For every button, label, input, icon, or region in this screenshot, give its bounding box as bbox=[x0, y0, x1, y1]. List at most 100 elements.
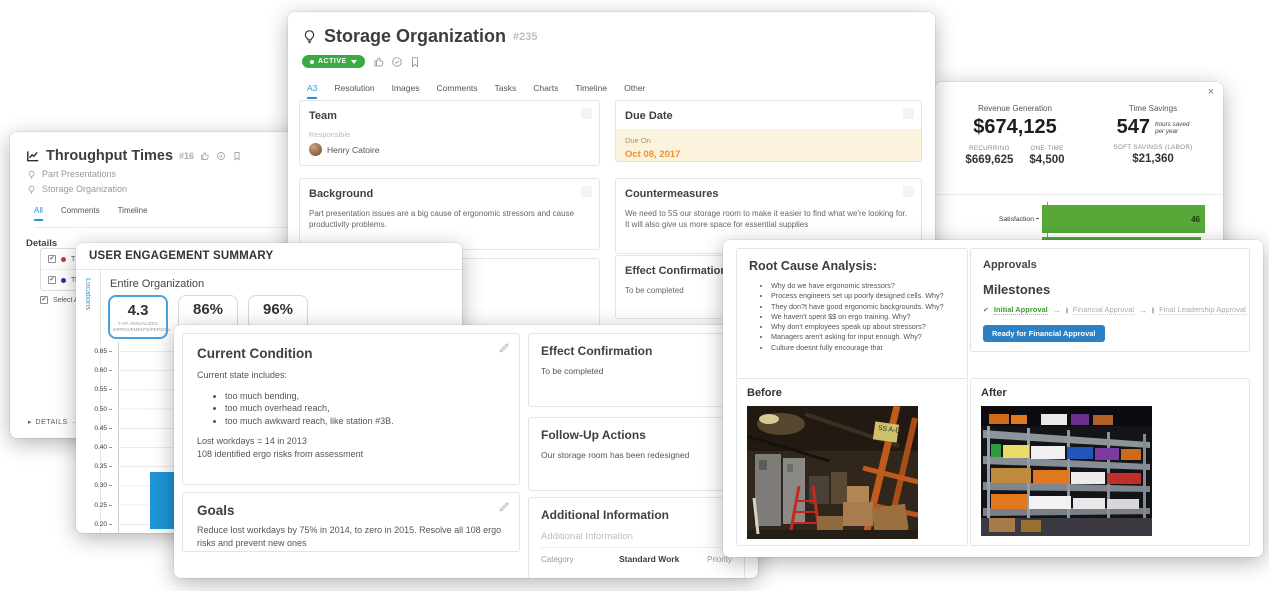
y-tick: 0.65 bbox=[76, 342, 112, 361]
y-tick: 0.40 bbox=[76, 438, 112, 457]
lightbulb-icon bbox=[27, 185, 36, 194]
condition-bullet: too much overhead reach, bbox=[225, 402, 505, 415]
window-title: Storage Organization bbox=[324, 26, 506, 47]
soft-savings-label: SOFT SAVINGS (LABOR) bbox=[1091, 144, 1215, 151]
after-photo[interactable] bbox=[981, 406, 1152, 536]
edit-pencil-icon[interactable] bbox=[498, 501, 510, 513]
due-date-value: Oct 08, 2017 bbox=[625, 149, 912, 160]
legend-label: T bbox=[71, 256, 75, 263]
condition-line: 108 identified ergo risks from assessmen… bbox=[197, 448, 505, 461]
checkbox-checked[interactable]: ✔ bbox=[40, 296, 48, 304]
tab-timeline[interactable]: Timeline bbox=[575, 83, 607, 99]
edit-button[interactable] bbox=[903, 186, 914, 197]
tab-charts[interactable]: Charts bbox=[533, 83, 558, 99]
y-tick: 0.30 bbox=[76, 476, 112, 495]
background-card: Background Part presentation issues are … bbox=[299, 178, 600, 250]
condition-bullet: too much bending, bbox=[225, 390, 505, 403]
bookmark-icon[interactable] bbox=[232, 151, 242, 161]
ready-for-financial-approval-button[interactable]: Ready for Financial Approval bbox=[983, 325, 1105, 342]
metric-value: 86% bbox=[179, 301, 237, 318]
milestone-check-icon: ✔ bbox=[983, 306, 989, 314]
satisfaction-bar: 46 bbox=[1042, 205, 1205, 233]
analysis-window: Root Cause Analysis: Why do we have ergo… bbox=[723, 240, 1263, 557]
bookmark-icon[interactable] bbox=[409, 56, 421, 68]
condition-intro: Current state includes: bbox=[197, 369, 505, 382]
desktop: Throughput Times #16 Part Presentations … bbox=[0, 0, 1269, 591]
checkbox-checked[interactable]: ✔ bbox=[48, 276, 56, 284]
soft-savings-value: $21,360 bbox=[1091, 153, 1215, 165]
details-footer-label: DETAILS bbox=[36, 419, 68, 426]
parent-link-label: Storage Organization bbox=[42, 184, 127, 194]
follow-check-icon[interactable] bbox=[391, 56, 403, 68]
additional-sub-label: Additional Information bbox=[541, 531, 732, 548]
tab-a3[interactable]: A3 bbox=[307, 83, 317, 99]
thumbs-up-icon[interactable] bbox=[200, 151, 210, 161]
series-dot-blue bbox=[61, 278, 66, 283]
metric-caption: # OF ANNUALIZED IMPROVEMENTS/PERSON bbox=[110, 319, 166, 332]
y-tick: 0.55 bbox=[76, 380, 112, 399]
responsible-label: Responsible bbox=[309, 130, 590, 139]
caret-right-icon: ▸ bbox=[28, 418, 32, 426]
revenue-total: $674,125 bbox=[945, 116, 1085, 139]
tab-timeline[interactable]: Timeline bbox=[118, 206, 148, 221]
countermeasures-text: We need to 5S our storage room to make i… bbox=[625, 208, 912, 230]
root-cause-bullet: We haven't spent $$ on ergo training. Wh… bbox=[771, 312, 955, 322]
tab-images[interactable]: Images bbox=[392, 83, 420, 99]
tab-comments[interactable]: Comments bbox=[436, 83, 477, 99]
recurring-value: $669,625 bbox=[965, 154, 1013, 166]
milestone-financial-approval[interactable]: Financial Approval bbox=[1073, 305, 1134, 315]
edit-button[interactable] bbox=[581, 108, 592, 119]
metric-value: 96% bbox=[249, 301, 307, 318]
window-title: USER ENGAGEMENT SUMMARY bbox=[76, 243, 462, 270]
hours-caption: per year bbox=[1155, 128, 1178, 135]
edit-pencil-icon[interactable] bbox=[498, 342, 510, 354]
due-date-card: Due Date Due On Oct 08, 2017 bbox=[615, 100, 922, 162]
follow-up-actions-card: Follow-Up Actions Our storage room has b… bbox=[528, 417, 745, 491]
bar-value: 46 bbox=[1191, 215, 1200, 224]
milestone-pending-icon bbox=[1152, 307, 1154, 314]
metric-tile-improvements[interactable]: 4.3 # OF ANNUALIZED IMPROVEMENTS/PERSON bbox=[108, 295, 168, 339]
tab-resolution[interactable]: Resolution bbox=[334, 83, 374, 99]
y-tick: 0.35 bbox=[76, 457, 112, 476]
responsible-name[interactable]: Henry Catoire bbox=[327, 145, 379, 155]
checkbox-checked[interactable]: ✔ bbox=[48, 255, 56, 263]
tab-tasks[interactable]: Tasks bbox=[495, 83, 517, 99]
card-heading: Background bbox=[309, 188, 590, 200]
lightbulb-icon bbox=[27, 170, 36, 179]
card-heading: Team bbox=[309, 110, 590, 122]
y-tick: 0.60 bbox=[76, 361, 112, 380]
parent-link[interactable]: Storage Organization bbox=[27, 184, 302, 194]
card-heading: Current Condition bbox=[197, 346, 505, 361]
status-dot bbox=[310, 60, 314, 64]
effect-confirmation-card: Effect Confirmation To be completed bbox=[528, 333, 745, 407]
thumbs-up-icon[interactable] bbox=[373, 56, 385, 68]
card-heading: Effect Confirmation bbox=[541, 344, 732, 358]
revenue-block: Revenue Generation $674,125 RECURRING $6… bbox=[945, 104, 1085, 166]
metric-value: 4.3 bbox=[110, 302, 166, 319]
tab-comments[interactable]: Comments bbox=[61, 206, 100, 221]
y-tick: 0.20 bbox=[76, 515, 112, 533]
effect-text: To be completed bbox=[541, 366, 732, 376]
follow-up-text: Our storage room has been redesigned bbox=[541, 450, 732, 460]
edit-button[interactable] bbox=[581, 186, 592, 197]
before-photo[interactable]: 5S A-D bbox=[747, 406, 918, 539]
after-card: After bbox=[970, 378, 1250, 546]
edit-button[interactable] bbox=[903, 108, 914, 119]
time-savings-label: Time Savings bbox=[1091, 104, 1215, 113]
follow-check-icon[interactable] bbox=[216, 151, 226, 161]
category-value: Standard Work bbox=[619, 554, 707, 564]
tab-other[interactable]: Other bbox=[624, 83, 645, 99]
tab-all[interactable]: All bbox=[34, 206, 43, 221]
root-cause-bullet: Culture doesnt fully encourage that bbox=[771, 343, 955, 353]
root-cause-bullet: Process engineers set up poorly designed… bbox=[771, 291, 955, 301]
milestone-pending-icon bbox=[1066, 307, 1068, 314]
status-badge[interactable]: ACTIVE bbox=[302, 55, 365, 68]
parent-link[interactable]: Part Presentations bbox=[27, 169, 302, 179]
milestone-initial-approval[interactable]: Initial Approval bbox=[994, 305, 1048, 315]
close-icon[interactable]: × bbox=[1208, 86, 1214, 98]
parent-link-label: Part Presentations bbox=[42, 169, 116, 179]
milestone-final-leadership-approval[interactable]: Final Leadership Approval bbox=[1159, 305, 1246, 315]
goals-card: Goals Reduce lost workdays by 75% in 201… bbox=[182, 492, 520, 552]
root-cause-bullet: Why don't employees speak up about stres… bbox=[771, 322, 955, 332]
item-id: #16 bbox=[179, 151, 194, 161]
